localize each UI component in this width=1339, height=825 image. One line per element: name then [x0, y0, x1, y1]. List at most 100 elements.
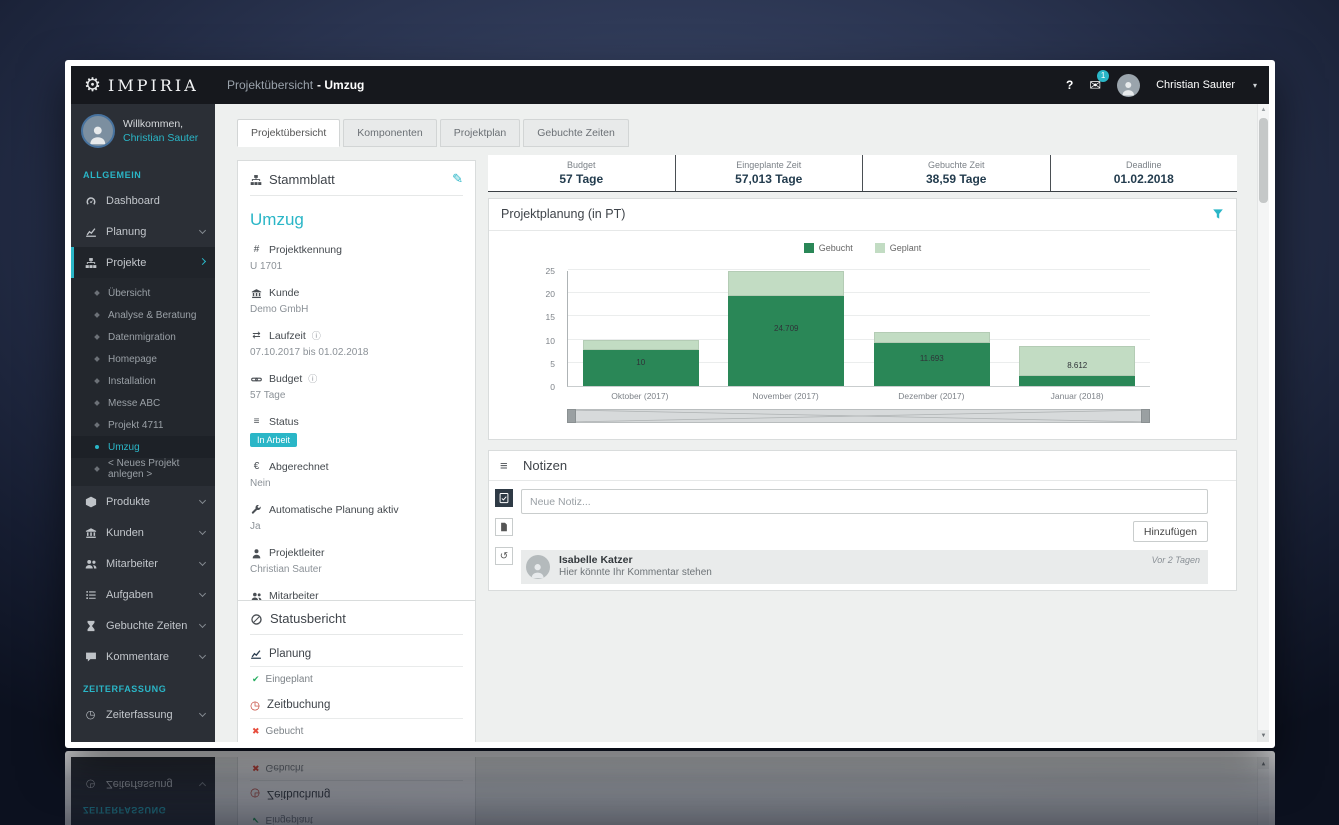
sidebar-item-planung[interactable]: Planung: [71, 216, 215, 247]
status-line-gebucht: ✖ Gebucht: [252, 726, 304, 738]
chart-bar: 8.612: [1005, 271, 1151, 386]
brand-logo[interactable]: ⚙ IMPIRIA: [84, 66, 199, 104]
note-history-button[interactable]: ↺: [495, 547, 513, 565]
sidebar-item-aufgaben[interactable]: Aufgaben: [71, 579, 215, 610]
navigator-handle-left[interactable]: [567, 409, 576, 423]
euro-icon: €: [253, 461, 260, 472]
stat-gebuchte-zeit: Gebuchte Zeit 38,59 Tage: [862, 155, 1050, 191]
notizen-title: Notizen: [523, 458, 568, 473]
scrollbar-thumb[interactable]: [1259, 118, 1268, 203]
stammblatt-card: Stammblatt ✎ Umzug # Projektkennung U 170…: [237, 160, 476, 640]
scroll-up-arrow[interactable]: ▲: [1258, 104, 1269, 116]
section-zeiterfassung: ZEITERFASSUNG: [83, 684, 167, 694]
sub-item-datenmigration[interactable]: Datenmigration: [71, 326, 215, 348]
sub-item-projekt-4711[interactable]: Projekt 4711: [71, 414, 215, 436]
hash-icon: #: [253, 244, 260, 255]
sub-item-analyse-beratung[interactable]: Analyse & Beratung: [71, 304, 215, 326]
navigator-envelope: [568, 410, 1149, 422]
mail-badge: 1: [1097, 69, 1110, 82]
comment-author: Isabelle Katzer: [559, 554, 633, 566]
project-name: Umzug: [250, 210, 304, 229]
wrench-icon: [250, 505, 263, 516]
notizen-card: ≡ Notizen ↺ Hinzufügen Isabelle Katzer H…: [488, 450, 1237, 591]
help-icon[interactable]: ?: [1066, 78, 1073, 92]
comment-row: Isabelle Katzer Hier könnte Ihr Kommenta…: [521, 550, 1208, 584]
chart-line-icon: [250, 648, 262, 660]
chart-y-axis: 0 5 10 15 20 25: [545, 266, 555, 392]
field-budget: Budget ⓘ 57 Tage: [250, 372, 318, 401]
tab-projektuebersicht[interactable]: Projektübersicht: [237, 119, 341, 147]
sidebar-item-kunden[interactable]: Kunden: [71, 517, 215, 548]
legend-gebucht: Gebucht: [803, 243, 853, 253]
edit-icon[interactable]: ✎: [452, 171, 463, 187]
sitemap-icon: [83, 257, 98, 269]
bullet-icon: [94, 334, 100, 340]
info-icon[interactable]: ⓘ: [308, 372, 317, 386]
sidebar: Willkommen, Christian Sauter ALLGEMEIN D…: [71, 104, 215, 742]
new-note-input[interactable]: [521, 489, 1208, 514]
bullet-icon: [94, 466, 100, 472]
chart-bar: 10: [568, 271, 714, 386]
comment-icon: [83, 651, 98, 663]
note-type-file-button[interactable]: [495, 518, 513, 536]
tab-gebuchte-zeiten[interactable]: Gebuchte Zeiten: [523, 119, 629, 147]
bullet-icon: [94, 400, 100, 406]
sub-item-uebersicht[interactable]: Übersicht: [71, 282, 215, 304]
field-projektkennung: # Projektkennung U 1701: [250, 244, 342, 272]
tab-komponenten[interactable]: Komponenten: [343, 119, 437, 147]
legend-swatch: [803, 243, 814, 253]
sub-item-neues-projekt[interactable]: < Neues Projekt anlegen >: [71, 458, 215, 480]
sub-item-installation[interactable]: Installation: [71, 370, 215, 392]
add-note-button[interactable]: Hinzufügen: [1132, 521, 1208, 542]
sidebar-item-mitarbeiter[interactable]: Mitarbeiter: [71, 548, 215, 579]
sub-item-messe-abc[interactable]: Messe ABC: [71, 392, 215, 414]
sub-item-homepage[interactable]: Homepage: [71, 348, 215, 370]
sidebar-avatar[interactable]: [81, 114, 115, 148]
messages-button[interactable]: ✉ 1: [1089, 69, 1110, 94]
content-scrollbar[interactable]: ▲ ▼: [1257, 104, 1269, 742]
scroll-down-arrow[interactable]: ▼: [1258, 730, 1269, 742]
chevron-down-icon: [198, 620, 207, 628]
header-actions: ? ✉ 1 Christian Sauter ▾: [1066, 66, 1257, 104]
sidebar-item-zeiterfassung[interactable]: ◷ Zeiterfassung: [71, 699, 215, 730]
sidebar-item-projekte[interactable]: Projekte: [71, 247, 215, 278]
sidebar-item-produkte[interactable]: Produkte: [71, 486, 215, 517]
comment-text: Hier könnte Ihr Kommentar stehen: [559, 567, 712, 578]
user-avatar[interactable]: [1117, 73, 1141, 97]
sidebar-item-kommentare[interactable]: Kommentare: [71, 641, 215, 672]
person-icon: [250, 548, 263, 559]
bank-icon: [250, 288, 263, 299]
notizen-header: ≡ Notizen: [489, 451, 1236, 481]
user-menu[interactable]: Christian Sauter: [1156, 79, 1235, 91]
brand-name: IMPIRIA: [108, 75, 199, 95]
sidebar-item-dashboard[interactable]: Dashboard: [71, 185, 215, 216]
gauge-icon: [83, 195, 98, 207]
stat-deadline: Deadline 01.02.2018: [1049, 155, 1238, 191]
main-content: Projektübersicht Komponenten Projektplan…: [215, 104, 1269, 742]
exchange-icon: ⇄: [252, 330, 261, 341]
sidebar-item-gebuchte-zeiten[interactable]: Gebuchte Zeiten: [71, 610, 215, 641]
sidebar-user-block: Willkommen, Christian Sauter: [71, 104, 215, 158]
info-icon[interactable]: ⓘ: [312, 329, 321, 343]
chart-range-navigator[interactable]: [567, 409, 1150, 423]
comment-timestamp: Vor 2 Tagen: [1151, 555, 1200, 565]
welcome-text: Willkommen, Christian Sauter: [123, 118, 199, 144]
field-abgerechnet: € Abgerechnet Nein: [250, 461, 329, 489]
status-badge: In Arbeit: [250, 433, 298, 447]
link-icon: [250, 374, 263, 385]
chart-bar: 24.709: [714, 271, 860, 386]
stammblatt-header: Stammblatt ✎: [250, 171, 463, 196]
sub-item-umzug[interactable]: Umzug: [71, 436, 215, 458]
clock-icon: ◷: [85, 709, 96, 721]
chart-plot-area: 10 24.709 11.693 8.612: [567, 269, 1151, 387]
tab-projektplan[interactable]: Projektplan: [439, 119, 521, 147]
stat-budget: Budget 57 Tage: [559, 160, 604, 186]
navigator-handle-right[interactable]: [1141, 409, 1150, 423]
tasks-list-icon: [83, 589, 98, 601]
projekte-submenu: Übersicht Analyse & Beratung Datenmigrat…: [71, 278, 215, 486]
bullet-icon: [94, 422, 100, 428]
filter-icon[interactable]: [1212, 208, 1224, 220]
note-type-task-button[interactable]: [495, 489, 513, 507]
project-tabs: Projektübersicht Komponenten Projektplan…: [237, 119, 632, 147]
field-projektleiter: Projektleiter Christian Sauter: [250, 547, 325, 575]
